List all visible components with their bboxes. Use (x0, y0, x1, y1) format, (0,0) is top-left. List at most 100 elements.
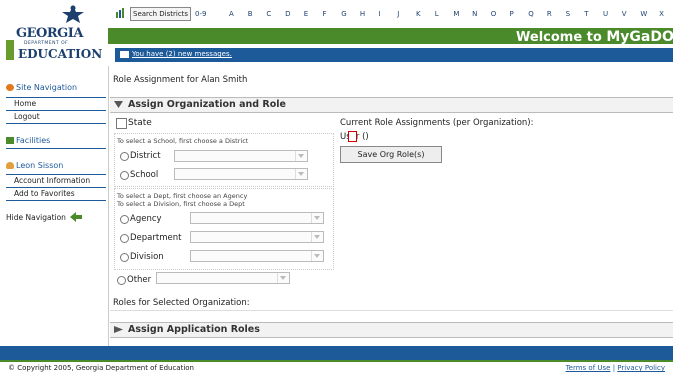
district-radio[interactable] (120, 152, 129, 161)
logo-georgia-text: GEORGIA (16, 26, 83, 41)
grid-icon (116, 8, 124, 18)
division-select[interactable] (190, 250, 324, 262)
chevron-down-icon (295, 169, 307, 179)
agency-label: Agency (130, 214, 162, 224)
user-header[interactable]: Leon Sisson (6, 161, 63, 170)
alpha-index-link[interactable]: A (229, 10, 234, 18)
user-name: Leon Sisson (16, 161, 64, 170)
department-select[interactable] (190, 231, 324, 243)
alpha-index-link[interactable]: P (510, 10, 514, 18)
alpha-index-link[interactable]: E (304, 10, 308, 18)
agency-select[interactable] (190, 212, 324, 224)
header: GEORGIA DEPARTMENT OF EDUCATION Search D… (0, 0, 673, 66)
other-label: Other (127, 275, 152, 285)
sidebar-divider (6, 148, 106, 149)
alpha-index-link[interactable]: X (659, 10, 664, 18)
terms-of-use-link[interactable]: Terms of Use (566, 364, 611, 372)
alpha-index-link[interactable]: O (491, 10, 497, 18)
alpha-index-link[interactable]: F (323, 10, 327, 18)
arrow-left-icon[interactable] (70, 212, 82, 222)
state-label: State (128, 118, 152, 128)
facilities-title: Facilities (16, 136, 51, 145)
search-districts-button[interactable]: Search Districts (130, 7, 192, 21)
collapse-arrow-icon (114, 101, 123, 108)
agency-radio[interactable] (120, 215, 129, 224)
alpha-index-link[interactable]: T (584, 10, 588, 18)
assign-org-section-header[interactable]: Assign Organization and Role (110, 97, 673, 113)
assign-app-section-header[interactable]: Assign Application Roles (110, 322, 673, 338)
chevron-down-icon (295, 151, 307, 161)
alpha-index-link[interactable]: I (379, 10, 381, 18)
school-radio[interactable] (120, 171, 129, 180)
alpha-index-link[interactable]: B (248, 10, 253, 18)
sidebar: Site Navigation Home Logout Facilities L… (0, 66, 109, 346)
sidebar-item-add-to-favorites[interactable]: Add to Favorites (6, 187, 106, 199)
school-label: School (130, 170, 159, 180)
alpha-index-link[interactable]: G (341, 10, 346, 18)
user-icon (6, 162, 14, 169)
department-label: Department (130, 233, 182, 243)
page-title: Role Assignment for Alan Smith (113, 75, 248, 85)
chevron-down-icon (311, 251, 323, 261)
logo-accent-bar (6, 40, 14, 60)
division-radio[interactable] (120, 253, 129, 262)
alpha-index-link[interactable]: R (547, 10, 552, 18)
roles-selected-title: Roles for Selected Organization: (113, 298, 250, 308)
division-label: Division (130, 252, 164, 262)
globe-icon (6, 84, 14, 91)
new-messages-link[interactable]: You have (2) new messages. (132, 50, 232, 58)
sidebar-divider (6, 123, 106, 124)
site-navigation-header[interactable]: Site Navigation (6, 83, 77, 92)
star-emblem-icon (62, 5, 84, 23)
alpha-index-link[interactable]: J (397, 10, 399, 18)
school-select[interactable] (174, 168, 308, 180)
district-select[interactable] (174, 150, 308, 162)
alpha-index-link[interactable]: 0-9 (195, 10, 206, 18)
department-radio[interactable] (120, 234, 129, 243)
alpha-index-link[interactable]: Q (528, 10, 534, 18)
alpha-index-link[interactable]: U (603, 10, 608, 18)
sidebar-item-logout[interactable]: Logout (6, 110, 106, 122)
gadoe-logo[interactable]: GEORGIA DEPARTMENT OF EDUCATION (0, 0, 109, 66)
chevron-down-icon (311, 232, 323, 242)
hide-navigation-link[interactable]: Hide Navigation (6, 213, 66, 222)
alpha-index-link[interactable]: K (416, 10, 421, 18)
state-checkbox[interactable] (116, 118, 127, 129)
footer-links: Terms of Use | Privacy Policy (566, 364, 665, 372)
assign-org-title: Assign Organization and Role (128, 99, 286, 110)
alpha-index-link[interactable]: N (472, 10, 477, 18)
welcome-brand: MyGaDOE (606, 29, 673, 45)
district-label: District (130, 151, 161, 161)
agency-note: To select a Dept, first choose an Agency (117, 192, 248, 200)
copyright: © Copyright 2005, Georgia Department of … (8, 364, 194, 372)
alpha-index-link[interactable]: S (566, 10, 570, 18)
expand-arrow-icon (114, 326, 123, 333)
alpha-index-link[interactable]: W (640, 10, 647, 18)
save-org-roles-button[interactable]: Save Org Role(s) (340, 146, 442, 163)
division-note: To select a Division, first choose a Dep… (117, 200, 245, 208)
current-roles-title: Current Role Assignments (per Organizati… (340, 118, 534, 128)
site-navigation-title: Site Navigation (16, 83, 78, 92)
alpha-index-link[interactable]: H (360, 10, 365, 18)
alpha-index-link[interactable]: D (285, 10, 290, 18)
footer-bar (0, 346, 673, 360)
alpha-index-link[interactable]: L (435, 10, 439, 18)
chevron-down-icon (277, 273, 289, 283)
facilities-header[interactable]: Facilities (6, 136, 50, 145)
envelope-icon (120, 51, 129, 58)
other-radio[interactable] (117, 276, 126, 285)
section-divider (110, 310, 673, 311)
welcome-banner: Welcome to MyGaDOE (516, 29, 673, 45)
pdf-icon[interactable] (348, 131, 357, 142)
alpha-index-link[interactable]: C (266, 10, 271, 18)
chevron-down-icon (311, 213, 323, 223)
other-select[interactable] (156, 272, 290, 284)
welcome-prefix: Welcome to (516, 30, 607, 45)
sidebar-item-account-information[interactable]: Account Information (6, 174, 106, 186)
alpha-index-link[interactable]: V (622, 10, 627, 18)
school-note: To select a School, first choose a Distr… (117, 137, 249, 145)
privacy-policy-link[interactable]: Privacy Policy (617, 364, 665, 372)
alpha-index-link[interactable]: M (453, 10, 459, 18)
facilities-icon (6, 137, 14, 144)
sidebar-item-home[interactable]: Home (6, 97, 106, 109)
